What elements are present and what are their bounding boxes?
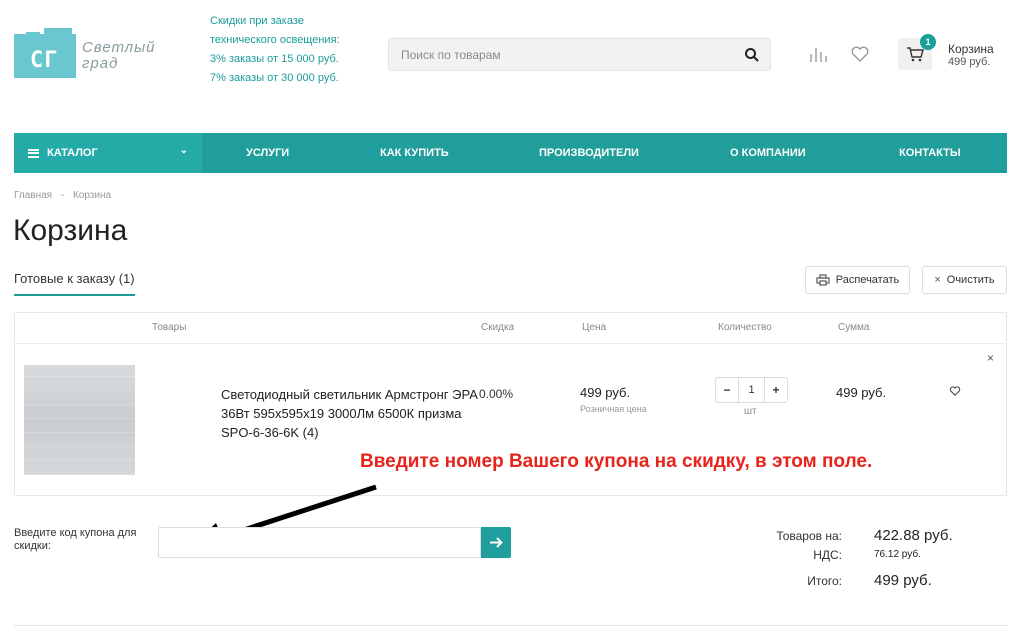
- coupon-apply-button[interactable]: [481, 527, 511, 558]
- cart-title[interactable]: Корзина: [948, 42, 994, 56]
- compare-icon[interactable]: [808, 44, 828, 64]
- product-name[interactable]: Светодиодный светильник Армстронг ЭРА 36…: [221, 385, 481, 442]
- printer-icon: [816, 274, 830, 286]
- logo-text: Светлый град: [82, 39, 156, 72]
- breadcrumb: Главная - Корзина: [14, 190, 117, 201]
- remove-item-button[interactable]: ×: [987, 351, 994, 365]
- arrow-right-icon: [490, 537, 503, 548]
- menu-icon: [28, 148, 39, 158]
- qty-decrease-button[interactable]: −: [716, 378, 738, 402]
- product-discount: 0.00%: [479, 387, 514, 401]
- product-price: 499 руб.: [580, 385, 631, 400]
- nav-catalog[interactable]: КАТАЛОГ ⌄: [14, 133, 202, 173]
- nav-item-manufacturers[interactable]: ПРОИЗВОДИТЕЛИ: [539, 133, 639, 173]
- price-note: Розничная цена: [580, 404, 647, 414]
- coupon-input[interactable]: [158, 527, 481, 558]
- chevron-down-icon: ⌄: [179, 145, 188, 156]
- nav-item-how-to-buy[interactable]: КАК КУПИТЬ: [380, 133, 449, 173]
- clear-button[interactable]: × Очистить: [922, 266, 1007, 294]
- header-quantity: Количество: [718, 322, 772, 333]
- site-logo[interactable]: СГ Светлый град: [14, 28, 174, 80]
- page-title: Корзина: [13, 214, 128, 247]
- goods-total-label: Товаров на:: [776, 529, 842, 543]
- breadcrumb-separator: -: [60, 190, 65, 201]
- nav-item-about[interactable]: О КОМПАНИИ: [730, 133, 806, 173]
- search-input[interactable]: [389, 39, 709, 70]
- quantity-stepper: − 1 +: [715, 377, 788, 403]
- heart-icon[interactable]: [949, 385, 961, 397]
- search-box: [388, 38, 771, 71]
- nav-item-services[interactable]: УСЛУГИ: [246, 133, 289, 173]
- qty-increase-button[interactable]: +: [765, 378, 787, 402]
- header-price: Цена: [582, 322, 607, 333]
- cart-sum: 499 руб.: [948, 56, 991, 68]
- vat-label: НДС:: [813, 548, 842, 562]
- favorites-icon[interactable]: [850, 44, 870, 64]
- header-discount: Скидка: [481, 322, 515, 333]
- nav-item-contacts[interactable]: КОНТАКТЫ: [899, 133, 961, 173]
- annotation-text: Введите номер Вашего купона на скидку, в…: [360, 451, 873, 472]
- logo-mark: СГ: [14, 28, 76, 78]
- cart-count-badge: 1: [920, 34, 936, 50]
- print-button[interactable]: Распечатать: [805, 266, 910, 294]
- coupon-label: Введите код купона для скидки:: [14, 527, 137, 552]
- breadcrumb-current: Корзина: [72, 190, 112, 201]
- total-value: 499 руб.: [874, 572, 932, 589]
- main-nav: КАТАЛОГ ⌄ УСЛУГИ КАК КУПИТЬ ПРОИЗВОДИТЕЛ…: [14, 133, 1007, 173]
- promo-text: Скидки при заказе технического освещения…: [210, 15, 340, 84]
- cart-icon: [907, 47, 924, 62]
- tab-ready-to-order[interactable]: Готовые к заказу (1): [14, 271, 135, 296]
- search-icon[interactable]: [744, 47, 760, 63]
- goods-total-value: 422.88 руб.: [874, 527, 953, 544]
- product-sum: 499 руб.: [836, 385, 887, 400]
- header-sum: Сумма: [838, 322, 870, 333]
- close-icon: ×: [934, 274, 941, 286]
- total-label: Итого:: [807, 574, 842, 588]
- qty-value[interactable]: 1: [738, 378, 765, 402]
- qty-unit: шт: [744, 406, 757, 417]
- divider: [14, 625, 1007, 626]
- product-image[interactable]: [24, 365, 135, 475]
- breadcrumb-home[interactable]: Главная: [14, 190, 52, 201]
- header-goods: Товары: [152, 322, 187, 333]
- table-header: Товары Скидка Цена Количество Сумма: [15, 313, 1006, 344]
- vat-value: 76.12 руб.: [874, 549, 921, 560]
